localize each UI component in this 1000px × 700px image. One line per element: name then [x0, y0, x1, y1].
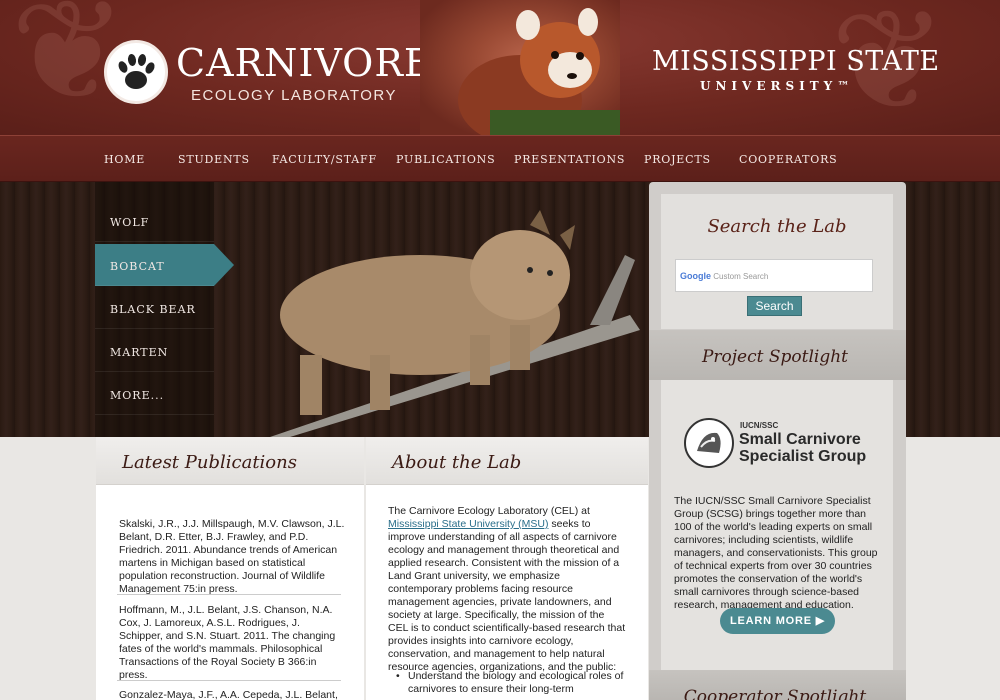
scsg-tag: IUCN/SSC — [740, 421, 779, 430]
about-description: The Carnivore Ecology Laboratory (CEL) a… — [388, 505, 626, 674]
bobcat-photo — [230, 195, 650, 437]
search-input[interactable]: Google Custom Search — [675, 259, 873, 292]
red-panda-photo — [420, 0, 620, 145]
species-item-more[interactable]: MORE... — [95, 373, 214, 415]
university-name[interactable]: MISSISSIPPI STATE — [652, 46, 940, 77]
google-brand: Google — [680, 271, 711, 281]
paw-print-logo[interactable] — [104, 40, 168, 104]
learn-more-button[interactable]: LEARN MORE ▶ — [720, 608, 835, 634]
main-navigation: HOME STUDENTS FACULTY/STAFF PUBLICATIONS… — [0, 135, 1000, 182]
nav-item-presentations[interactable]: PRESENTATIONS — [514, 153, 625, 166]
publications-title: Latest Publications — [122, 452, 297, 473]
cooperator-title: Cooperator Spotlight — [683, 687, 867, 700]
site-title[interactable]: CARNIVORE — [176, 44, 433, 82]
university-subtitle: UNIVERSITY™ — [700, 79, 855, 93]
nav-item-faculty-staff[interactable]: FACULTY/STAFF — [272, 153, 377, 166]
search-title: Search the Lab — [707, 216, 847, 237]
scsg-name: Small Carnivore Specialist Group — [739, 431, 866, 465]
scsg-name-line1: Small Carnivore — [739, 431, 861, 448]
species-item-wolf[interactable]: WOLF — [95, 200, 214, 242]
nav-item-projects[interactable]: PROJECTS — [644, 153, 711, 166]
divider — [117, 594, 341, 595]
site-subtitle: ECOLOGY LABORATORY — [191, 87, 397, 104]
about-intro-after: seeks to improve understanding of all as… — [388, 518, 626, 673]
active-item-arrow — [214, 244, 234, 286]
publication-entry: Gonzalez-Maya, J.F., A.A. Cepeda, J.L. B… — [119, 689, 338, 700]
msu-link[interactable]: Mississippi State University (MSU) — [388, 518, 548, 530]
divider — [117, 680, 341, 681]
nav-item-cooperators[interactable]: COOPERATORS — [739, 153, 837, 166]
species-item-marten[interactable]: MARTEN — [95, 330, 214, 372]
species-item-bobcat[interactable]: BOBCAT — [95, 244, 214, 286]
nav-item-home[interactable]: HOME — [104, 153, 145, 166]
about-title: About the Lab — [392, 452, 522, 473]
spotlight-title: Project Spotlight — [701, 347, 849, 367]
nav-item-publications[interactable]: PUBLICATIONS — [396, 153, 495, 166]
publication-entry: Hoffmann, M., J.L. Belant, J.S. Chanson,… — [119, 604, 336, 681]
search-placeholder: Custom Search — [713, 272, 769, 281]
scsg-name-line2: Specialist Group — [739, 448, 867, 465]
publication-entry: Skalski, J.R., J.J. Millspaugh, M.V. Cla… — [119, 518, 345, 595]
about-intro-before: The Carnivore Ecology Laboratory (CEL) a… — [388, 505, 590, 517]
nav-item-students[interactable]: STUDENTS — [178, 153, 250, 166]
spotlight-description: The IUCN/SSC Small Carnivore Specialist … — [674, 495, 878, 611]
scsg-logo-icon[interactable] — [683, 417, 735, 469]
species-item-black-bear[interactable]: BLACK BEAR — [95, 287, 214, 329]
search-button[interactable]: Search — [747, 296, 802, 316]
about-bullet-item: Understand the biology and ecological ro… — [396, 670, 628, 696]
paw-icon — [118, 54, 155, 89]
